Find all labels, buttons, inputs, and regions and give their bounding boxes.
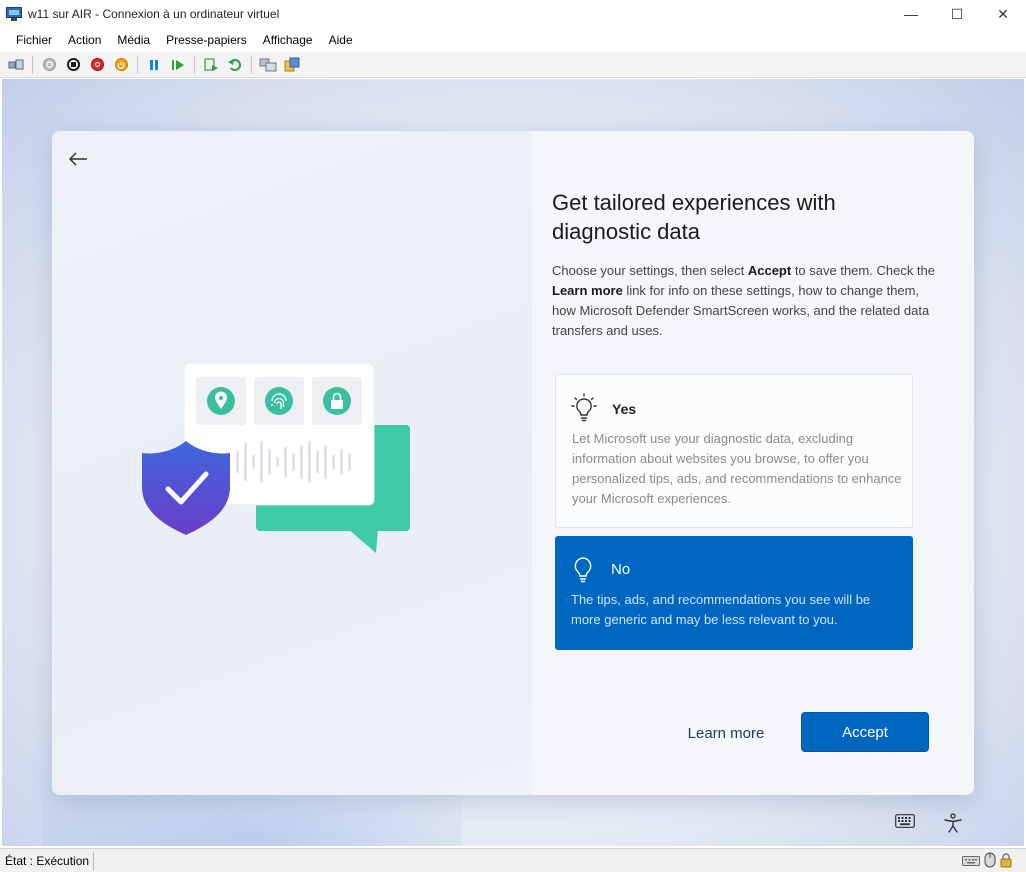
enhanced-session-icon[interactable] <box>258 55 278 75</box>
ctrl-alt-del-icon[interactable] <box>6 55 26 75</box>
window-title: w11 sur AIR - Connexion à un ordinateur … <box>28 7 280 21</box>
window-controls: — ☐ ✕ <box>888 0 1026 28</box>
accept-button[interactable]: Accept <box>801 712 929 752</box>
status-icons <box>962 852 1012 872</box>
toolbar-separator <box>137 55 138 74</box>
toolbar-separator <box>194 55 195 74</box>
learn-more-button[interactable]: Learn more <box>672 713 780 753</box>
title-bar: w11 sur AIR - Connexion à un ordinateur … <box>0 0 1026 28</box>
privacy-illustration <box>138 362 410 559</box>
keyboard-status-icon <box>962 854 980 872</box>
shutdown-icon[interactable] <box>87 55 107 75</box>
lightbulb-on-icon <box>571 393 597 423</box>
minimize-button[interactable]: — <box>888 0 934 28</box>
option-yes-body: Let Microsoft use your diagnostic data, … <box>572 431 902 506</box>
close-button[interactable]: ✕ <box>980 0 1026 28</box>
vm-display[interactable]: Get tailored experiences with diagnostic… <box>2 79 1024 846</box>
option-no-body: The tips, ads, and recommendations you s… <box>571 592 871 627</box>
accessibility-icon[interactable] <box>944 813 962 833</box>
toolbar-separator <box>251 55 252 74</box>
start-icon[interactable] <box>39 55 59 75</box>
checkpoint-icon[interactable] <box>201 55 221 75</box>
turn-off-icon[interactable] <box>63 55 83 75</box>
vm-connect-icon <box>6 6 22 22</box>
mouse-status-icon <box>984 852 996 872</box>
option-yes-title: Yes <box>612 401 637 417</box>
menu-fichier[interactable]: Fichier <box>8 33 60 47</box>
toolbar-separator <box>32 55 33 74</box>
back-arrow-icon[interactable] <box>66 147 90 171</box>
maximize-button[interactable]: ☐ <box>934 0 980 28</box>
keyboard-icon[interactable] <box>895 814 915 828</box>
option-no[interactable]: No The tips, ads, and recommendations yo… <box>555 536 913 650</box>
pause-icon[interactable] <box>144 55 164 75</box>
menu-affichage[interactable]: Affichage <box>255 33 321 47</box>
menu-media[interactable]: Média <box>109 33 158 47</box>
menu-action[interactable]: Action <box>60 33 109 47</box>
page-title: Get tailored experiences with diagnostic… <box>552 190 836 244</box>
resume-icon[interactable] <box>168 55 188 75</box>
menu-presse-papiers[interactable]: Presse-papiers <box>158 33 255 47</box>
lightbulb-off-icon <box>570 554 596 584</box>
option-yes[interactable]: Yes Let Microsoft use your diagnostic da… <box>555 374 913 528</box>
toolbar <box>0 52 1026 78</box>
page-description: Choose your settings, then select Accept… <box>552 263 935 338</box>
vm-status: État : Exécution <box>0 851 95 870</box>
revert-icon[interactable] <box>225 55 245 75</box>
option-no-title: No <box>611 561 631 578</box>
menu-aide[interactable]: Aide <box>321 33 361 47</box>
status-bar: État : Exécution <box>0 848 1026 872</box>
save-icon[interactable] <box>111 55 131 75</box>
menu-bar: Fichier Action Média Presse-papiers Affi… <box>0 28 1026 52</box>
lock-status-icon <box>1000 852 1012 872</box>
oobe-card: Get tailored experiences with diagnostic… <box>52 131 974 795</box>
share-icon[interactable] <box>282 55 302 75</box>
